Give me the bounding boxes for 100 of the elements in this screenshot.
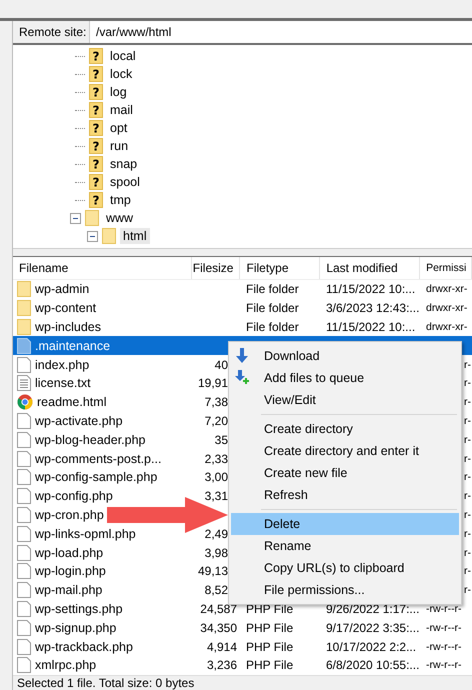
file-size: 4,914 (206, 640, 237, 654)
file-icon (17, 544, 31, 561)
menu-item[interactable]: Create new file (231, 462, 459, 484)
permissions: r- (464, 508, 471, 521)
collapse-icon[interactable] (87, 230, 98, 242)
file-name[interactable]: readme.html (37, 395, 106, 410)
file-icon (17, 338, 31, 354)
file-name[interactable]: wp-comments-post.p... (35, 452, 162, 466)
file-size: 7,20 (204, 414, 228, 428)
file-size: 2,33 (204, 452, 228, 466)
file-name[interactable]: wp-includes (35, 320, 102, 334)
remote-site-label: Remote site: (13, 21, 90, 43)
file-name[interactable]: wp-blog-header.php (35, 432, 146, 447)
file-icon (17, 488, 31, 504)
file-name[interactable]: wp-login.php (35, 564, 106, 578)
column-header[interactable]: Filetype (240, 257, 320, 279)
file-name[interactable]: wp-signup.php (35, 620, 116, 635)
tree-item[interactable]: tmp (107, 192, 134, 208)
permissions: r- (464, 546, 471, 559)
file-name[interactable]: wp-content (35, 301, 96, 316)
file-name[interactable]: wp-cron.php (35, 508, 104, 522)
file-icon (17, 432, 31, 448)
column-header[interactable]: Filesize (192, 257, 240, 279)
menu-item[interactable]: Create directory and enter it (231, 440, 459, 462)
file-size: 7,38 (204, 395, 228, 410)
tree-item[interactable]: local (107, 48, 139, 64)
last-modified: 11/15/2022 10:... (326, 320, 416, 334)
browser-icon (17, 394, 33, 410)
permissions: r- (464, 377, 471, 390)
file-type: File folder (246, 320, 299, 334)
menu-item[interactable]: Create directory (231, 418, 459, 440)
last-modified: 10/17/2022 2:2... (326, 640, 416, 654)
menu-item[interactable]: File permissions... (231, 579, 459, 601)
unknown-folder-icon: ? (89, 84, 103, 100)
permissions: drwxr-xr- (426, 283, 468, 296)
unknown-folder-icon: ? (89, 48, 103, 64)
tree-item[interactable]: run (107, 138, 132, 154)
file-name[interactable]: wp-admin (35, 282, 90, 296)
menu-item[interactable]: Rename (231, 535, 459, 557)
menu-item[interactable]: Delete (231, 513, 459, 535)
file-icon (17, 657, 31, 674)
file-size: 3,98 (204, 546, 228, 560)
file-name[interactable]: wp-trackback.php (35, 640, 133, 654)
folder-icon (17, 300, 31, 316)
file-icon (17, 620, 31, 636)
menu-item[interactable]: Add files to queue (231, 367, 459, 389)
file-size: 49,13 (198, 564, 228, 578)
tree-item[interactable]: opt (107, 120, 130, 136)
file-icon (17, 582, 31, 598)
file-icon (17, 563, 31, 580)
permissions: drwxr-xr- (426, 320, 468, 333)
column-header[interactable]: Filename (13, 257, 192, 279)
column-header[interactable]: Last modified (320, 257, 420, 279)
tree-item[interactable]: www (103, 210, 136, 226)
file-name[interactable]: wp-activate.php (35, 414, 123, 428)
column-header[interactable]: Permissi (420, 257, 472, 279)
file-name[interactable]: wp-settings.php (35, 602, 123, 616)
menu-item[interactable]: Download (231, 345, 459, 367)
unknown-folder-icon: ? (89, 156, 103, 172)
file-size: 3,31 (204, 489, 228, 504)
file-size: 8,52 (204, 583, 228, 598)
file-name[interactable]: license.txt (35, 376, 91, 390)
file-name[interactable]: xmlrpc.php (35, 658, 96, 672)
unknown-folder-icon: ? (89, 102, 103, 118)
file-name[interactable]: wp-config.php (35, 489, 113, 504)
permissions: r- (464, 584, 471, 596)
add-to-queue-icon (235, 370, 251, 386)
permissions: -rw-r--r- (426, 659, 462, 672)
file-name[interactable]: wp-load.php (35, 546, 104, 560)
tree-item[interactable]: snap (107, 156, 140, 172)
file-icon (17, 526, 31, 542)
file-name[interactable]: wp-config-sample.php (35, 470, 158, 484)
file-name[interactable]: wp-mail.php (35, 583, 102, 598)
file-name[interactable]: wp-links-opml.php (35, 526, 136, 541)
menu-item[interactable]: Copy URL(s) to clipboard (231, 557, 459, 579)
permissions: drwxr-xr- (426, 302, 468, 314)
splitter[interactable] (13, 249, 472, 257)
tree-item[interactable]: lock (107, 66, 136, 82)
menu-item[interactable]: View/Edit (231, 389, 459, 411)
file-name[interactable]: index.php (35, 358, 90, 372)
permissions: r- (464, 434, 471, 446)
tree-item[interactable]: html (120, 228, 150, 244)
file-size: 40 (214, 358, 228, 372)
permissions: r- (464, 490, 471, 502)
tree-item[interactable]: log (107, 84, 130, 100)
status-bar: Selected 1 file. Total size: 0 bytes (13, 675, 472, 690)
permissions: r- (464, 528, 471, 540)
unknown-folder-icon: ? (89, 120, 103, 136)
file-size: 2,49 (204, 526, 228, 541)
permissions: r- (464, 471, 471, 484)
permissions: -rw-r--r- (426, 622, 462, 634)
tree-item[interactable]: mail (107, 102, 136, 118)
tree-item[interactable]: spool (107, 174, 143, 190)
collapse-icon[interactable] (70, 212, 81, 224)
file-name[interactable]: .maintenance (35, 338, 110, 353)
unknown-folder-icon: ? (89, 174, 103, 190)
permissions: -rw-r--r- (426, 640, 462, 653)
download-icon (235, 348, 249, 364)
file-icon (17, 450, 31, 467)
menu-item[interactable]: Refresh (231, 484, 459, 506)
